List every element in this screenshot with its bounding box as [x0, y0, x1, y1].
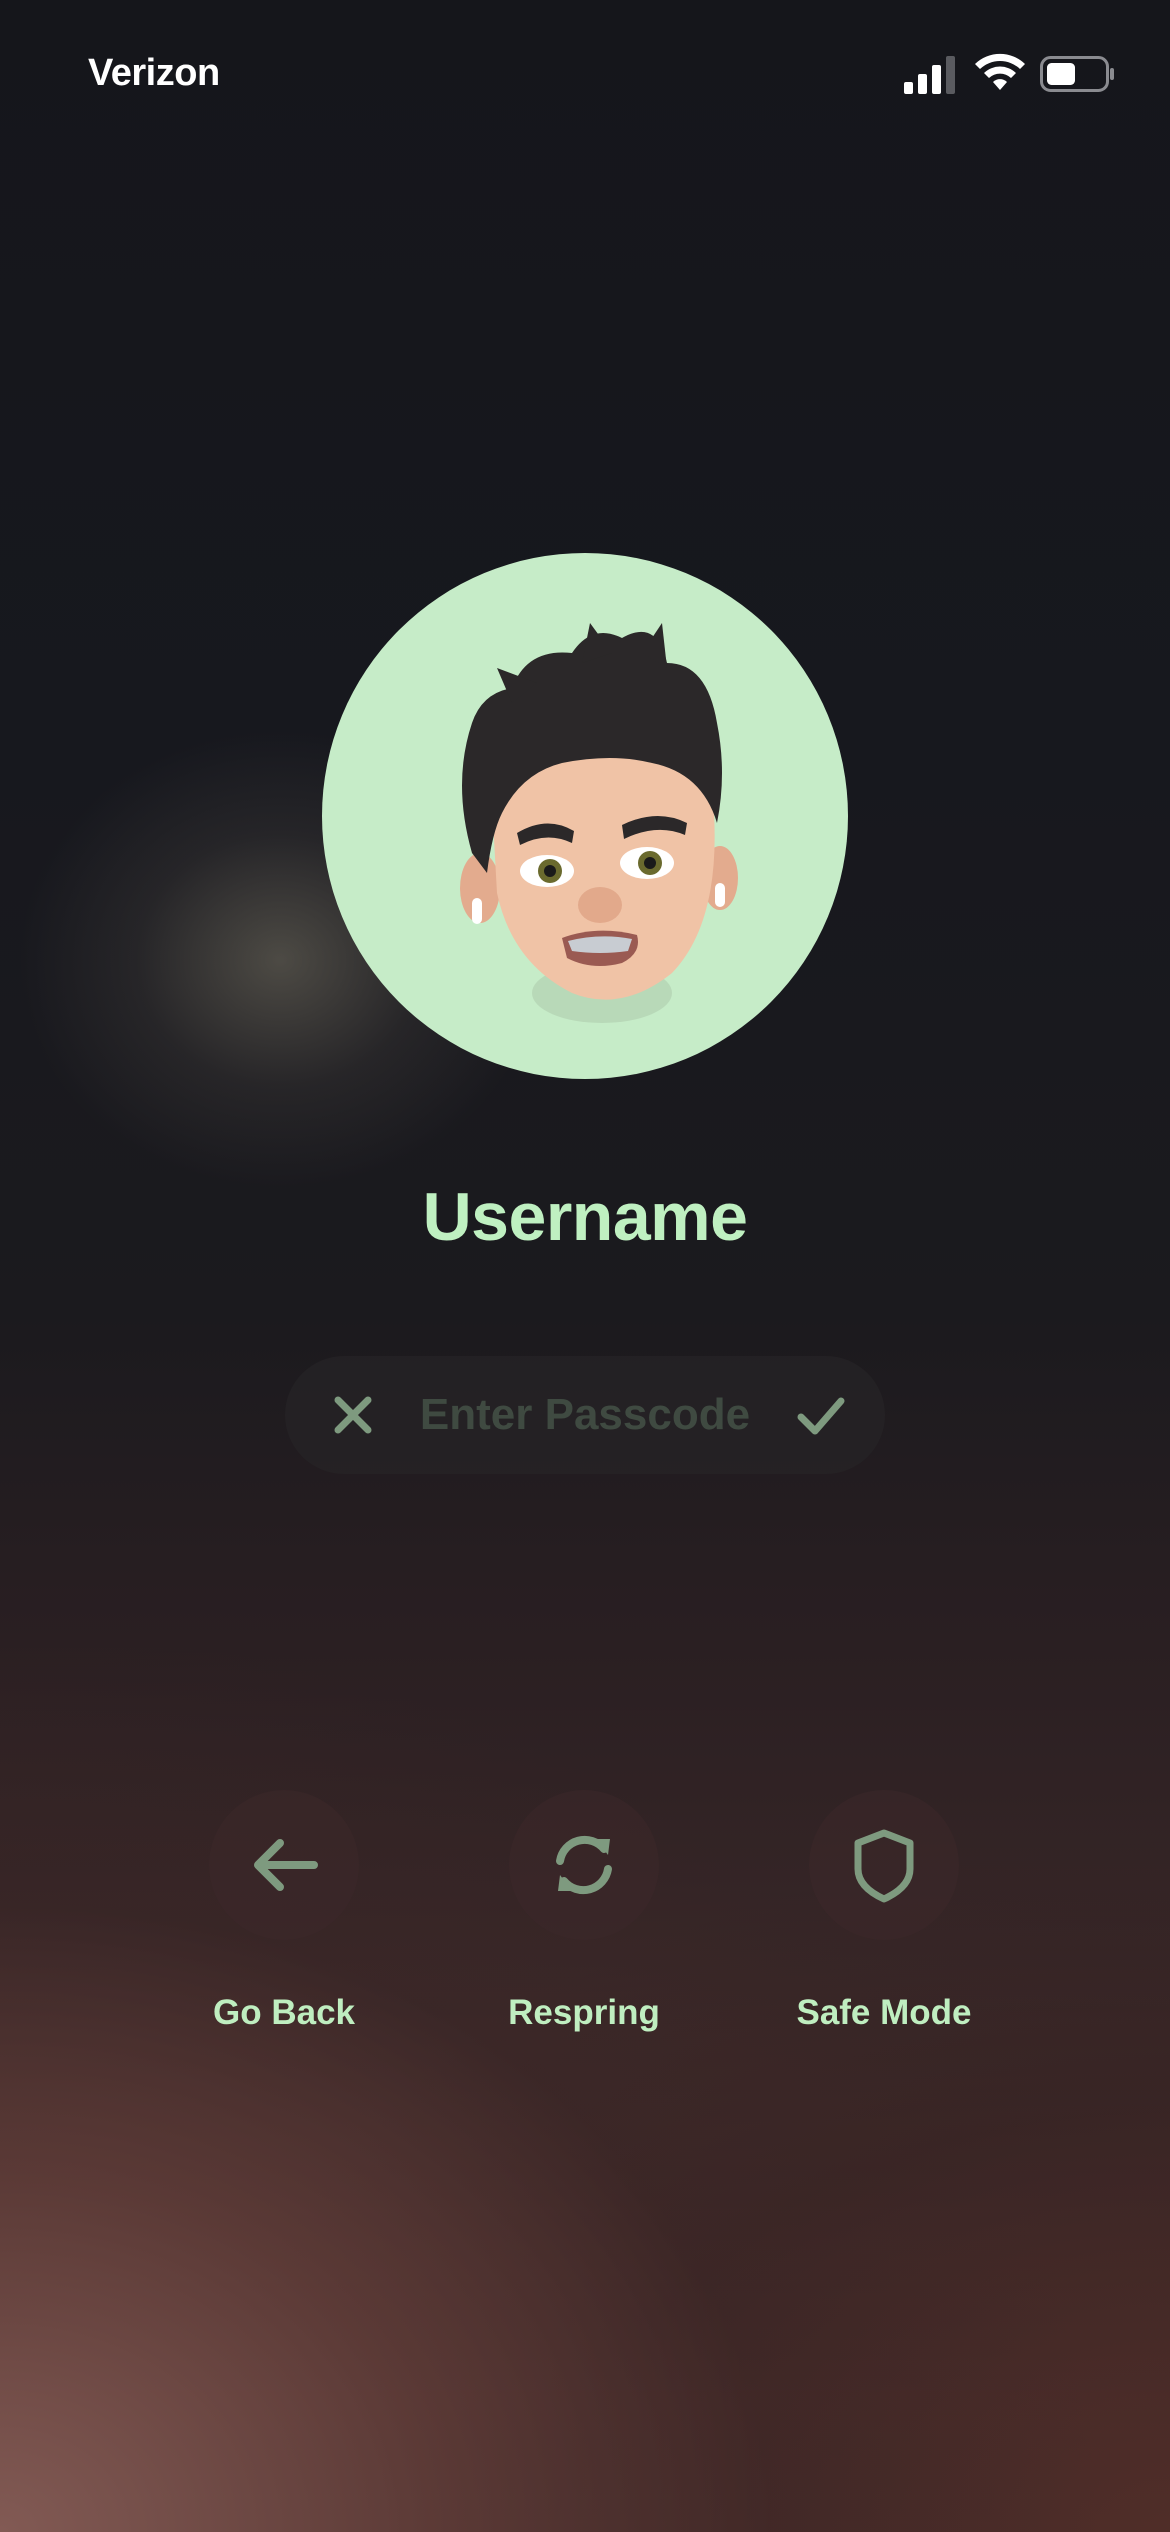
go-back-label: Go Back [213, 1993, 355, 2032]
memoji-face-icon [460, 623, 738, 1023]
close-icon[interactable] [321, 1383, 385, 1447]
respring-label: Respring [508, 1993, 660, 2032]
safe-mode-circle[interactable] [809, 1790, 959, 1940]
respring-button[interactable]: Respring [464, 1790, 704, 2050]
wifi-icon [975, 53, 1025, 90]
cellular-signal-icon [904, 56, 955, 94]
go-back-button[interactable]: Go Back [164, 1790, 404, 2050]
passcode-field [285, 1356, 885, 1474]
go-back-circle[interactable] [209, 1790, 359, 1940]
memoji-avatar [322, 553, 848, 1079]
carrier-name: Verizon [88, 52, 220, 94]
respring-circle[interactable] [509, 1790, 659, 1940]
checkmark-icon[interactable] [789, 1383, 853, 1447]
arrow-left-icon [254, 1839, 318, 1891]
refresh-icon [556, 1835, 612, 1895]
battery-icon [1040, 56, 1114, 92]
passcode-input[interactable] [395, 1380, 775, 1450]
shield-icon [854, 1829, 914, 1903]
lock-screen: Verizon Username Go Back Respring Safe M… [0, 0, 1170, 2532]
status-bar: Verizon [0, 0, 1170, 150]
safe-mode-label: Safe Mode [796, 1993, 972, 2032]
username-label: Username [422, 1179, 748, 1255]
safe-mode-button[interactable]: Safe Mode [764, 1790, 1004, 2050]
